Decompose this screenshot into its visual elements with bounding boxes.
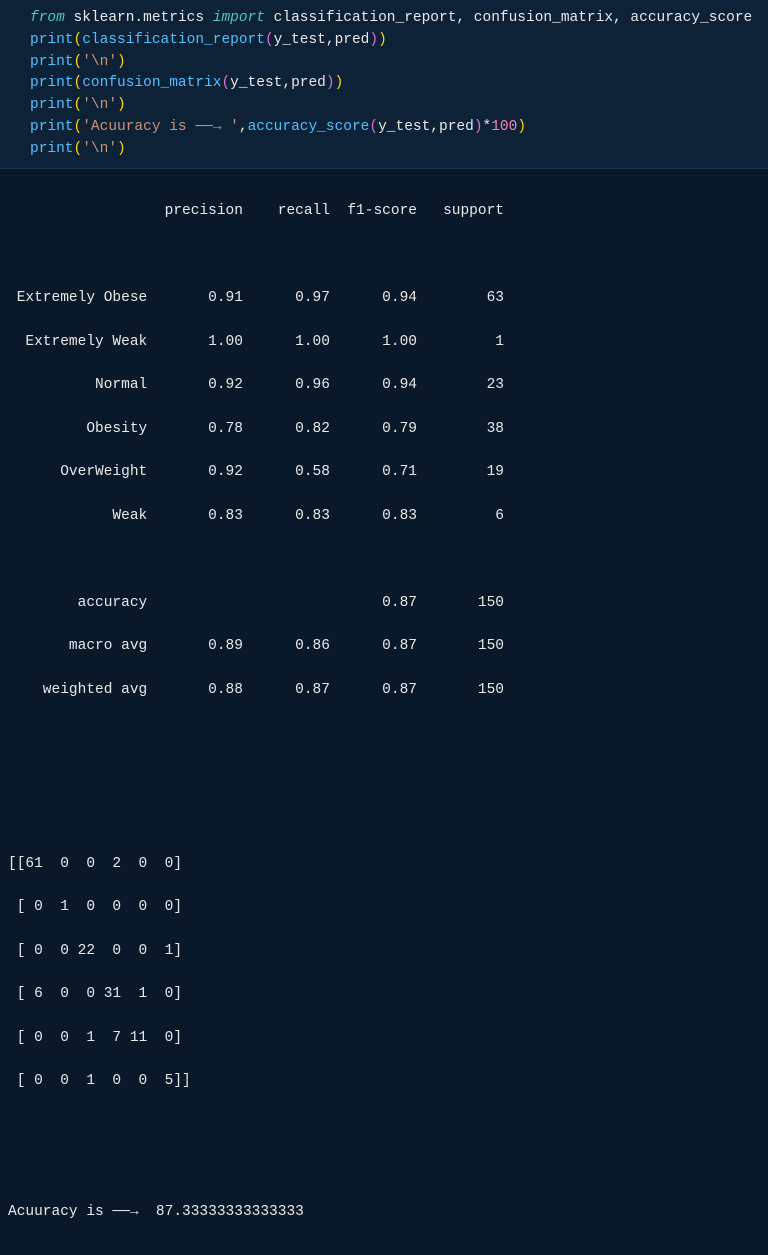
confusion-matrix-row: [ 0 0 1 7 11 0] xyxy=(8,1028,760,1050)
string-literal: 'Acuuracy is ──→ ' xyxy=(82,119,239,135)
blank-line xyxy=(8,245,760,267)
fn-confusion-matrix: confusion_matrix xyxy=(82,75,221,91)
code-input-cell: from sklearn.metrics import classificati… xyxy=(0,0,768,169)
fn-print: print xyxy=(30,141,74,157)
code-line-print-confusion: print(confusion_matrix(y_test,pred)) xyxy=(30,73,760,95)
fn-print: print xyxy=(30,97,74,113)
output-cell: precision recall f1-score support Extrem… xyxy=(0,169,768,1255)
fn-classification-report: classification_report xyxy=(82,32,265,48)
code-line-print-accuracy: print('Acuuracy is ──→ ',accuracy_score(… xyxy=(30,117,760,139)
args: y_test,pred xyxy=(378,119,474,135)
confusion-matrix-row: [ 0 0 22 0 0 1] xyxy=(8,941,760,963)
report-summary-row: weighted avg 0.88 0.87 0.87 150 xyxy=(8,680,760,702)
accuracy-output: Acuuracy is ──→ 87.33333333333333 xyxy=(8,1202,760,1224)
string-literal: '\n' xyxy=(82,54,117,70)
report-row: OverWeight 0.92 0.58 0.71 19 xyxy=(8,462,760,484)
report-row: Extremely Weak 1.00 1.00 1.00 1 xyxy=(8,332,760,354)
imported-items: classification_report, confusion_matrix,… xyxy=(274,10,753,26)
fn-print: print xyxy=(30,32,74,48)
keyword-from: from xyxy=(30,10,65,26)
code-line-print-newline2: print('\n') xyxy=(30,95,760,117)
fn-accuracy-score: accuracy_score xyxy=(248,119,370,135)
confusion-matrix-row: [ 0 1 0 0 0 0] xyxy=(8,897,760,919)
blank-line xyxy=(8,549,760,571)
code-line-print-newline3: print('\n') xyxy=(30,139,760,161)
args: y_test,pred xyxy=(230,75,326,91)
code-line-import: from sklearn.metrics import classificati… xyxy=(30,8,760,30)
classification-report-header: precision recall f1-score support xyxy=(8,201,760,223)
fn-print: print xyxy=(30,119,74,135)
blank-line xyxy=(8,810,760,832)
blank-line xyxy=(8,1158,760,1180)
report-summary-row: macro avg 0.89 0.86 0.87 150 xyxy=(8,636,760,658)
number-literal: 100 xyxy=(491,119,517,135)
confusion-matrix-row: [ 0 0 1 0 0 5]] xyxy=(8,1071,760,1093)
blank-line xyxy=(8,723,760,745)
report-row: Obesity 0.78 0.82 0.79 38 xyxy=(8,419,760,441)
module-name: sklearn.metrics xyxy=(74,10,205,26)
string-literal: '\n' xyxy=(82,97,117,113)
fn-print: print xyxy=(30,54,74,70)
report-row: Weak 0.83 0.83 0.83 6 xyxy=(8,506,760,528)
string-literal: '\n' xyxy=(82,141,117,157)
args: y_test,pred xyxy=(274,32,370,48)
code-line-print-newline1: print('\n') xyxy=(30,52,760,74)
keyword-import: import xyxy=(213,10,265,26)
blank-line xyxy=(8,767,760,789)
confusion-matrix-row: [[61 0 0 2 0 0] xyxy=(8,854,760,876)
confusion-matrix-row: [ 6 0 0 31 1 0] xyxy=(8,984,760,1006)
blank-line xyxy=(8,1115,760,1137)
code-line-print-report: print(classification_report(y_test,pred)… xyxy=(30,30,760,52)
report-row: Normal 0.92 0.96 0.94 23 xyxy=(8,375,760,397)
fn-print: print xyxy=(30,75,74,91)
report-summary-row: accuracy 0.87 150 xyxy=(8,593,760,615)
report-row: Extremely Obese 0.91 0.97 0.94 63 xyxy=(8,288,760,310)
